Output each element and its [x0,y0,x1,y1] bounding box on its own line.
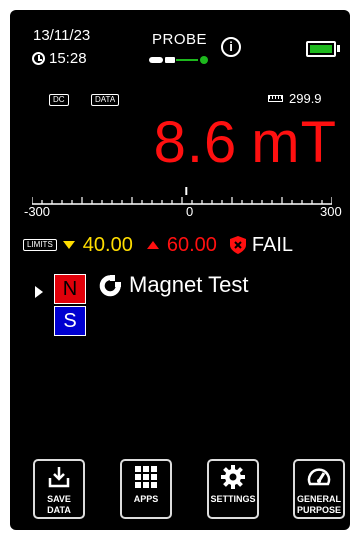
general-purpose-button[interactable]: GENERAL PURPOSE [293,459,345,519]
info-icon[interactable]: i [221,37,241,57]
memory-value: 299.9 [289,91,322,106]
settings-button[interactable]: SETTINGS [207,459,259,519]
scale-max-label: 300 [320,204,342,219]
clock-icon [32,52,45,65]
low-limit-value: 40.00 [82,233,133,256]
time-display: 15:28 [32,50,87,67]
magnet-icon [99,275,121,297]
apps-button[interactable]: APPS [120,459,172,519]
test-result: FAIL [251,233,294,256]
high-limit-icon [146,241,159,249]
save-data-icon [48,467,70,488]
speedometer-icon [307,468,331,486]
probe-label: PROBE [152,31,208,48]
high-limit-value: 60.00 [166,233,217,256]
play-icon[interactable] [35,286,43,298]
battery-fill [310,45,332,53]
app-name: Magnet Test [129,272,249,297]
limits-row: LIMITS 40.00 60.00 FAIL [23,233,294,256]
reading-value: 8.6 [153,110,238,175]
gear-icon [221,465,245,489]
limits-tag: LIMITS [23,239,57,251]
general-purpose-label: GENERAL PURPOSE [296,494,341,515]
analog-scale [32,187,332,205]
low-limit-icon [62,241,75,249]
scale-min-label: -300 [24,204,51,219]
apps-label: APPS [133,494,159,504]
apps-grid-icon [135,466,157,488]
south-pole-indicator: S [54,306,86,336]
battery-tip [337,45,340,52]
battery-full-icon [306,41,336,57]
scale-mid-label: 0 [186,204,194,219]
main-reading: 8.6 mT [154,108,337,178]
settings-label: SETTINGS [210,494,256,504]
ruler-icon [268,95,283,102]
time-text: 15:28 [49,50,87,67]
date-display: 13/11/23 [33,27,91,44]
dc-tag: DC [49,94,69,106]
save-data-button[interactable]: SAVE DATA [33,459,85,519]
probe-icon [149,56,208,64]
north-pole-indicator: N [54,274,86,304]
save-data-label: SAVE DATA [47,494,71,515]
device-screen: 13/11/23 15:28 PROBE i DC DATA 299.9 8.6… [10,10,350,530]
fail-shield-icon [229,236,246,254]
reading-unit: mT [251,110,337,175]
data-tag: DATA [91,94,120,106]
